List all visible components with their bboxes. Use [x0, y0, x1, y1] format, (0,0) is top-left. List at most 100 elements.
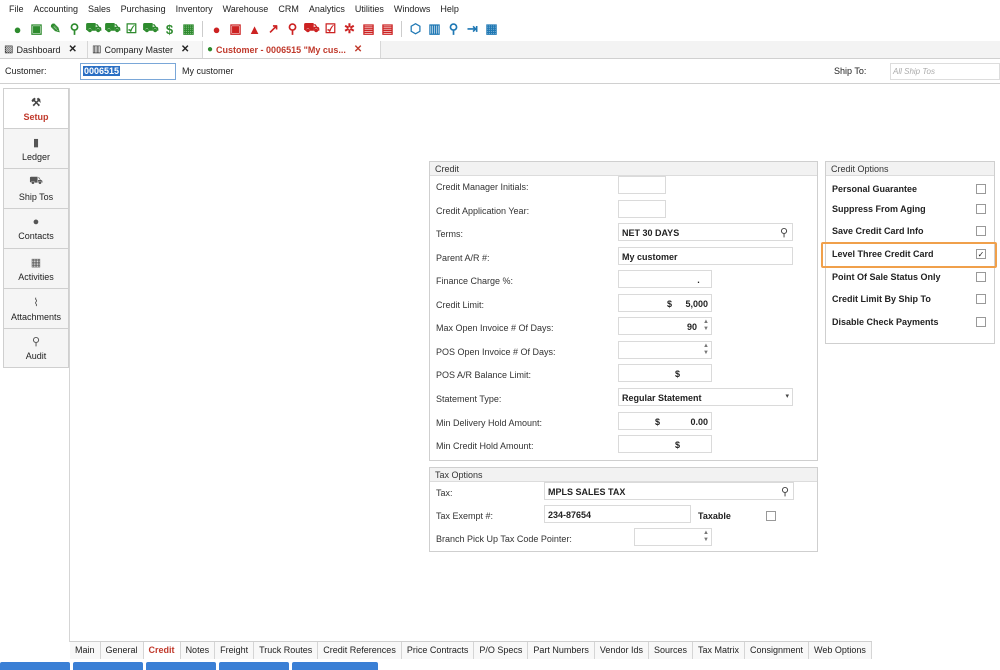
tab-vendor-ids[interactable]: Vendor Ids	[594, 642, 649, 659]
purchase-cart-icon[interactable]: ⛟	[302, 20, 321, 38]
document-icon[interactable]: ▤	[378, 20, 397, 38]
purchase-clipboard-icon[interactable]: ☑	[321, 20, 340, 38]
credit-limit-by-ship-to-checkbox[interactable]	[976, 294, 986, 304]
sidebar-item-attachments[interactable]: ⌇ Attachments	[3, 288, 69, 328]
stepper-icon[interactable]: ▲ ▼	[703, 530, 709, 544]
branch-pickup-input[interactable]: ▲ ▼	[634, 528, 712, 546]
chart-trend-icon[interactable]: ↗	[264, 20, 283, 38]
taskbar-button[interactable]	[292, 662, 378, 670]
tax-input[interactable]: MPLS SALES TAX ⚲	[544, 482, 794, 500]
tab-general[interactable]: General	[100, 642, 144, 659]
tab-notes[interactable]: Notes	[180, 642, 216, 659]
warning-icon[interactable]: ▲	[245, 20, 264, 38]
magnifier-icon: ⚲	[31, 336, 41, 348]
stepper-icon[interactable]: ▲ ▼	[703, 343, 709, 357]
tab-po-specs[interactable]: P/O Specs	[474, 642, 529, 659]
max-open-invoice-input[interactable]: 90 ▲ ▼	[618, 317, 712, 335]
tax-exempt-input[interactable]: 234-87654	[544, 505, 691, 523]
taxable-checkbox[interactable]	[766, 511, 776, 521]
close-icon[interactable]: ✕	[68, 44, 76, 55]
vendor-search-icon[interactable]: ⚲	[283, 20, 302, 38]
calculator-icon[interactable]: ▦	[179, 20, 198, 38]
search-icon[interactable]: ⚲	[780, 226, 788, 239]
sidebar-item-setup[interactable]: ⚒ Setup	[3, 88, 69, 128]
tab-main[interactable]: Main	[70, 642, 101, 659]
tab-truck-routes[interactable]: Truck Routes	[254, 642, 319, 659]
min-delivery-hold-input[interactable]: $ 0.00	[618, 412, 712, 430]
cart-add-icon[interactable]: ⛟	[103, 20, 122, 38]
tab-credit-references[interactable]: Credit References	[318, 642, 402, 659]
tab-freight[interactable]: Freight	[215, 642, 255, 659]
min-credit-hold-input[interactable]: $	[618, 435, 712, 453]
customer-icon[interactable]: ●	[8, 20, 27, 38]
disable-check-payments-checkbox[interactable]	[976, 317, 986, 327]
sidebar-item-activities[interactable]: ▦ Activities	[3, 248, 69, 288]
tab-credit[interactable]: Credit	[143, 642, 181, 659]
pos-ar-balance-input[interactable]: $	[618, 364, 712, 382]
sidebar-item-contacts[interactable]: ● Contacts	[3, 208, 69, 248]
taskbar-button[interactable]	[219, 662, 289, 670]
credit-application-year-input[interactable]	[618, 200, 666, 218]
menu-accounting[interactable]: Accounting	[29, 4, 84, 14]
customer-number-input[interactable]: 0006515	[80, 63, 176, 80]
taskbar-button[interactable]	[0, 662, 70, 670]
taskbar-button[interactable]	[73, 662, 143, 670]
menu-crm[interactable]: CRM	[273, 4, 304, 14]
close-icon[interactable]: ✕	[181, 44, 189, 55]
close-icon[interactable]: ✕	[354, 44, 362, 55]
terms-input[interactable]: NET 30 DAYS ⚲	[618, 223, 793, 241]
network-icon[interactable]: ✲	[340, 20, 359, 38]
truck-icon[interactable]: ⛟	[141, 20, 160, 38]
tab-customer[interactable]: ● Customer - 0006515 "My cus... ✕	[203, 41, 381, 58]
menu-windows[interactable]: Windows	[389, 4, 436, 14]
tab-price-contracts[interactable]: Price Contracts	[401, 642, 475, 659]
dropdown-arrow-icon[interactable]: ▾	[785, 392, 789, 400]
ship-to-input[interactable]: All Ship Tos	[890, 63, 1000, 80]
contact-card-icon[interactable]: ▣	[27, 20, 46, 38]
save-credit-card-info-checkbox[interactable]	[976, 226, 986, 236]
bar-chart-icon[interactable]: ▥	[425, 20, 444, 38]
menu-help[interactable]: Help	[435, 4, 464, 14]
search-icon[interactable]: ⚲	[781, 485, 789, 498]
edit-document-icon[interactable]: ✎	[46, 20, 65, 38]
report-icon[interactable]: ▤	[359, 20, 378, 38]
tab-consignment[interactable]: Consignment	[745, 642, 810, 659]
parent-ar-input[interactable]: My customer	[618, 247, 793, 265]
pos-open-invoice-input[interactable]: ▲ ▼	[618, 341, 712, 359]
tab-dashboard[interactable]: ▧ Dashboard ✕	[0, 41, 88, 58]
vendor-card-icon[interactable]: ▣	[226, 20, 245, 38]
tab-company-master[interactable]: ▥ Company Master ✕	[88, 41, 203, 58]
statement-type-select[interactable]: Regular Statement ▾	[618, 388, 793, 406]
tab-tax-matrix[interactable]: Tax Matrix	[692, 642, 745, 659]
menu-analytics[interactable]: Analytics	[304, 4, 350, 14]
taskbar-button[interactable]	[146, 662, 216, 670]
cart-icon[interactable]: ⛟	[84, 20, 103, 38]
suppress-from-aging-checkbox[interactable]	[976, 204, 986, 214]
zoom-icon[interactable]: ⚲	[444, 20, 463, 38]
finance-charge-input[interactable]: .	[618, 270, 712, 288]
stepper-icon[interactable]: ▲ ▼	[703, 319, 709, 333]
money-bag-icon[interactable]: $	[160, 20, 179, 38]
menu-inventory[interactable]: Inventory	[171, 4, 218, 14]
clipboard-check-icon[interactable]: ☑	[122, 20, 141, 38]
menu-sales[interactable]: Sales	[83, 4, 116, 14]
sidebar-item-ship-tos[interactable]: ⛟ Ship Tos	[3, 168, 69, 208]
menu-utilities[interactable]: Utilities	[350, 4, 389, 14]
tab-web-options[interactable]: Web Options	[809, 642, 872, 659]
menu-file[interactable]: File	[4, 4, 29, 14]
grid-icon[interactable]: ▦	[482, 20, 501, 38]
personal-guarantee-checkbox[interactable]	[976, 184, 986, 194]
cube-icon[interactable]: ⬡	[406, 20, 425, 38]
credit-manager-initials-input[interactable]	[618, 176, 666, 194]
menu-warehouse[interactable]: Warehouse	[218, 4, 274, 14]
tab-part-numbers[interactable]: Part Numbers	[528, 642, 595, 659]
menu-purchasing[interactable]: Purchasing	[116, 4, 171, 14]
sidebar-item-audit[interactable]: ⚲ Audit	[3, 328, 69, 368]
tab-sources[interactable]: Sources	[648, 642, 693, 659]
sidebar-item-ledger[interactable]: ▮ Ledger	[3, 128, 69, 168]
point-of-sale-status-checkbox[interactable]	[976, 272, 986, 282]
search-icon[interactable]: ⚲	[65, 20, 84, 38]
vendor-icon[interactable]: ●	[207, 20, 226, 38]
export-icon[interactable]: ⇥	[463, 20, 482, 38]
credit-limit-input[interactable]: $ 5,000	[618, 294, 712, 312]
